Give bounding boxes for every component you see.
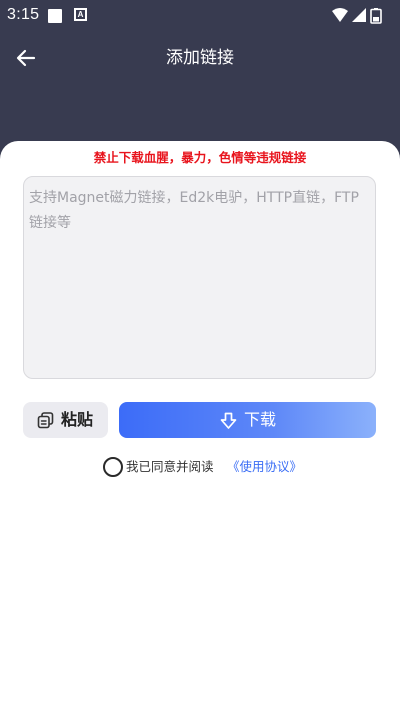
download-button[interactable]: 下载	[119, 402, 376, 438]
agree-radio-button[interactable]	[103, 457, 123, 477]
title-bar: 添加链接	[0, 36, 400, 80]
page-title: 添加链接	[166, 48, 234, 68]
app-notification-icon	[48, 9, 62, 23]
download-label: 下载	[244, 410, 277, 429]
add-link-screen: 3:15 A 添加链接 禁止下载血腥，暴力，色情等违规链接 支持Magnet磁力…	[0, 0, 400, 708]
status-bar: 3:15 A	[0, 0, 400, 30]
battery-icon	[370, 8, 382, 24]
paste-button[interactable]: 粘贴	[23, 402, 108, 438]
system-status-icons	[332, 8, 382, 24]
link-input[interactable]	[23, 176, 376, 379]
download-arrow-icon	[220, 412, 237, 429]
terms-of-use-link[interactable]: 《使用协议》	[227, 459, 302, 475]
warning-text: 禁止下载血腥，暴力，色情等违规链接	[93, 150, 307, 165]
signal-icon	[352, 8, 366, 22]
copy-icon	[37, 412, 54, 429]
wifi-icon	[332, 8, 348, 22]
agreement-row: 我已同意并阅读 《使用协议》	[103, 457, 343, 477]
paste-label: 粘贴	[61, 410, 94, 429]
agreement-text: 我已同意并阅读	[126, 459, 214, 474]
a-letter-icon: A	[74, 8, 87, 21]
content-card: 禁止下载血腥，暴力，色情等违规链接 粘贴 下载 我已同意并阅读 《使用协议》	[0, 141, 400, 708]
status-time: 3:15	[7, 6, 40, 23]
